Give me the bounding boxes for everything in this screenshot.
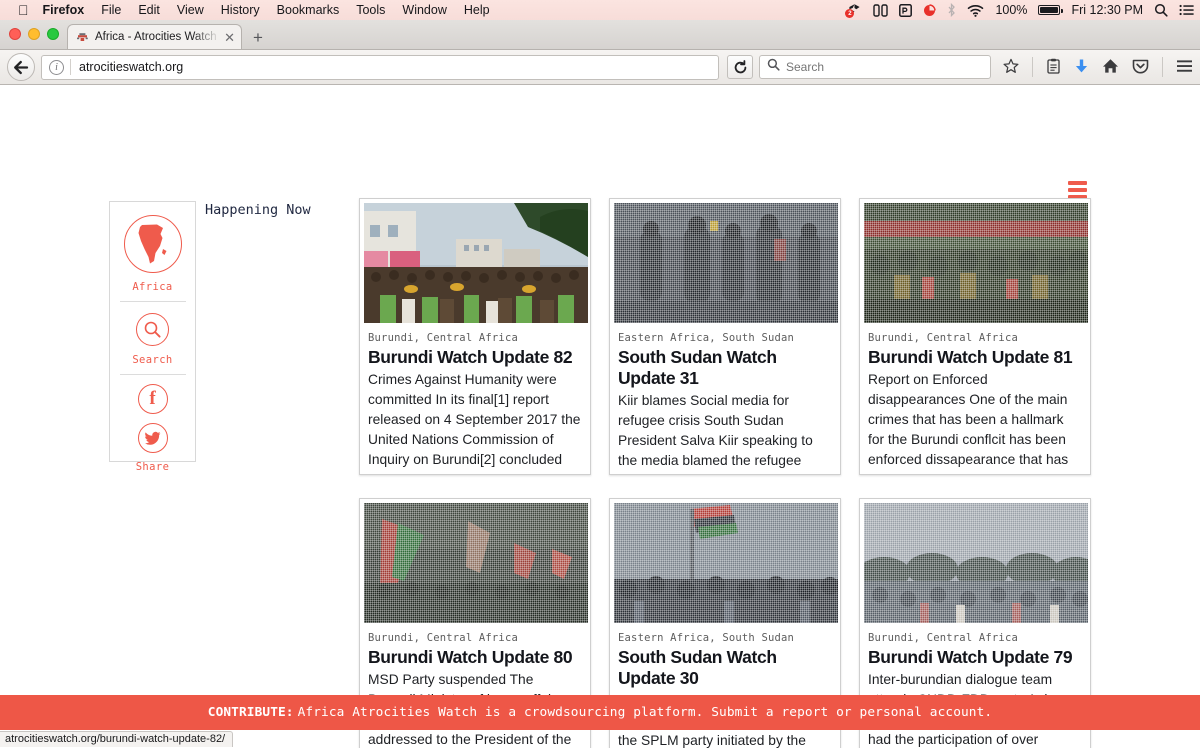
article-thumbnail [364, 503, 588, 623]
africa-map-icon [123, 215, 182, 273]
article-thumbnail [864, 203, 1088, 323]
nav-bar-icons [997, 57, 1193, 77]
columns-icon[interactable] [873, 3, 889, 17]
article-category[interactable]: Eastern Africa, South Sudan [618, 632, 832, 644]
dropbox-icon[interactable]: 2 [845, 3, 862, 18]
search-input[interactable] [786, 60, 983, 74]
bluetooth-icon[interactable] [947, 3, 956, 17]
spotlight-search-icon[interactable] [1154, 3, 1168, 17]
site-sidebar: Africa Search f Share [109, 201, 196, 473]
article-title[interactable]: Burundi Watch Update 80 [368, 647, 582, 668]
notification-center-icon[interactable] [1179, 4, 1194, 16]
search-icon [136, 313, 169, 346]
articles-grid: Burundi, Central Africa Burundi Watch Up… [359, 198, 1091, 748]
zoom-window-button[interactable] [47, 28, 59, 40]
search-icon [767, 58, 780, 76]
battery-icon[interactable] [1038, 5, 1063, 15]
search-bar[interactable] [759, 55, 991, 79]
article-excerpt: Crimes Against Humanity were committed I… [368, 372, 581, 467]
bookmark-star-icon[interactable] [1003, 58, 1019, 77]
sidebar-label-africa: Africa [132, 281, 173, 293]
menu-item-file[interactable]: File [101, 3, 121, 17]
menu-item-firefox[interactable]: Firefox [43, 3, 85, 17]
site-favicon [76, 31, 89, 44]
article-title[interactable]: Burundi Watch Update 82 [368, 347, 582, 368]
article-title[interactable]: South Sudan Watch Update 31 [618, 347, 832, 389]
apple-icon[interactable]:  [18, 3, 29, 17]
article-thumbnail [864, 503, 1088, 623]
sidebar-item-search[interactable]: Search [110, 302, 195, 375]
article-title[interactable]: Burundi Watch Update 79 [868, 647, 1082, 668]
article-thumbnail [364, 203, 588, 323]
reading-list-icon[interactable] [1046, 58, 1061, 77]
article-excerpt: Report on Enforced disappearances One of… [868, 372, 1069, 467]
article-title[interactable]: Burundi Watch Update 81 [868, 347, 1082, 368]
article-card[interactable]: Burundi, Central Africa Burundi Watch Up… [859, 198, 1091, 475]
menu-item-help[interactable]: Help [464, 3, 490, 17]
browser-tab[interactable]: Africa - Atrocities Watch Africa ✕ [67, 24, 242, 49]
menu-item-history[interactable]: History [221, 3, 260, 17]
article-thumbnail [614, 203, 838, 323]
link-status-bar: atrocitieswatch.org/burundi-watch-update… [0, 731, 234, 747]
contribute-prefix: CONTRIBUTE: [207, 705, 294, 720]
browser-tab-title: Africa - Atrocities Watch Africa [95, 31, 220, 43]
home-icon[interactable] [1102, 58, 1119, 77]
site-info-icon[interactable]: i [49, 59, 64, 75]
clipboard-record-icon[interactable] [923, 3, 937, 17]
article-body: Burundi, Central Africa Burundi Watch Up… [864, 323, 1086, 470]
sidebar-label-share: Share [135, 461, 170, 473]
os-menu-bar:  Firefox File Edit View History Bookmar… [0, 0, 1200, 20]
article-category[interactable]: Burundi, Central Africa [368, 332, 582, 344]
battery-percent-label: 100% [995, 3, 1028, 17]
window-traffic-lights [0, 28, 59, 49]
facebook-icon[interactable]: f [137, 384, 168, 414]
new-tab-button[interactable]: + [253, 29, 263, 46]
article-category[interactable]: Burundi, Central Africa [868, 632, 1082, 644]
article-title[interactable]: South Sudan Watch Update 30 [618, 647, 832, 689]
menu-bar-status-area: 2 100% Fri 12:30 PM [845, 0, 1194, 20]
web-page-content: Africa Search f Share Happening Now Buru… [0, 85, 1200, 748]
sidebar-item-africa[interactable]: Africa [110, 202, 195, 302]
browser-nav-bar: i atrocitieswatch.org [0, 50, 1200, 85]
article-excerpt: Kiir blames Social media for refugee cri… [618, 393, 813, 474]
firefox-menu-icon[interactable] [1176, 59, 1193, 76]
article-card[interactable]: Eastern Africa, South Sudan South Sudan … [609, 198, 841, 475]
twitter-icon[interactable] [137, 423, 168, 453]
facebook-glyph: f [149, 388, 156, 409]
article-card[interactable]: Burundi, Central Africa Burundi Watch Up… [359, 198, 591, 475]
downloads-icon[interactable] [1074, 58, 1089, 77]
address-bar-url: atrocitieswatch.org [79, 60, 184, 74]
back-button[interactable] [7, 53, 35, 81]
article-body: Eastern Africa, South Sudan South Sudan … [614, 323, 836, 474]
site-menu-hamburger-icon[interactable] [1068, 181, 1087, 199]
close-tab-icon[interactable]: ✕ [224, 31, 235, 44]
contribute-banner[interactable]: CONTRIBUTE: Africa Atrocities Watch is a… [0, 695, 1200, 730]
article-category[interactable]: Burundi, Central Africa [868, 332, 1082, 344]
menu-bar-clock[interactable]: Fri 12:30 PM [1071, 3, 1143, 17]
minimize-window-button[interactable] [28, 28, 40, 40]
browser-tab-strip: Africa - Atrocities Watch Africa ✕ + [0, 20, 1200, 50]
happening-now-heading: Happening Now [205, 202, 311, 218]
close-window-button[interactable] [9, 28, 21, 40]
pocket-icon[interactable] [1132, 58, 1149, 77]
menu-item-tools[interactable]: Tools [356, 3, 385, 17]
article-body: Burundi, Central Africa Burundi Watch Up… [364, 323, 586, 470]
nav-icons-divider [1032, 57, 1033, 77]
reload-button[interactable] [727, 55, 753, 79]
menu-item-window[interactable]: Window [402, 3, 446, 17]
menu-item-bookmarks[interactable]: Bookmarks [277, 3, 340, 17]
menu-item-edit[interactable]: Edit [138, 3, 160, 17]
sidebar-share-group: f Share [110, 375, 195, 473]
address-bar-divider [70, 59, 71, 75]
article-category[interactable]: Eastern Africa, South Sudan [618, 332, 832, 344]
sidebar-label-search: Search [132, 354, 173, 366]
article-category[interactable]: Burundi, Central Africa [368, 632, 582, 644]
address-bar[interactable]: i atrocitieswatch.org [41, 54, 719, 80]
menu-item-view[interactable]: View [177, 3, 204, 17]
contribute-text: Africa Atrocities Watch is a crowdsourci… [297, 705, 993, 720]
article-thumbnail [614, 503, 838, 623]
wifi-icon[interactable] [967, 4, 984, 17]
evernote-icon[interactable] [899, 3, 913, 17]
nav-icons-divider-2 [1162, 57, 1163, 77]
